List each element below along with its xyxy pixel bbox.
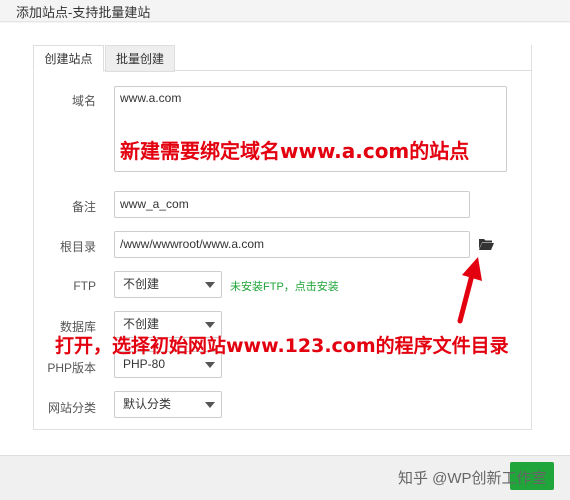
category-label: 网站分类	[47, 401, 96, 415]
ftp-select-value: 不创建	[123, 277, 160, 291]
chevron-down-icon	[205, 402, 215, 408]
dialog-titlebar: 添加站点-支持批量建站	[0, 0, 570, 22]
watermark: 知乎 @WP创新工作室	[398, 470, 547, 487]
php-version-value: PHP-80	[123, 357, 166, 371]
red-arrow-icon	[457, 257, 482, 324]
tab-create-site[interactable]: 创建站点	[33, 45, 104, 72]
php-version-label: PHP版本	[47, 361, 96, 375]
database-select-value: 不创建	[123, 317, 160, 331]
remark-label: 备注	[71, 200, 96, 214]
tab-batch-create[interactable]: 批量创建	[105, 45, 175, 72]
dialog-title: 添加站点-支持批量建站	[16, 5, 151, 20]
category-select-value: 默认分类	[123, 397, 172, 411]
chevron-down-icon	[205, 362, 215, 368]
domain-value: www.a.com	[120, 91, 182, 105]
tab-bar: 创建站点 批量创建	[33, 45, 532, 72]
root-dir-label: 根目录	[59, 240, 96, 254]
chevron-down-icon	[205, 282, 215, 288]
folder-open-icon[interactable]	[478, 237, 494, 251]
remark-input[interactable]: www_a_com	[114, 191, 470, 218]
root-dir-input[interactable]: /www/wwwroot/www.a.com	[114, 231, 470, 258]
ftp-install-link[interactable]: 未安装FTP，点击安装	[230, 278, 339, 294]
ftp-select[interactable]: 不创建	[114, 271, 222, 298]
chevron-down-icon	[205, 322, 215, 328]
annotation-root-dir-note: 打开，选择初始网站www.123.com的程序文件目录	[55, 335, 509, 357]
ftp-label: FTP	[73, 279, 96, 293]
annotation-domain-note: 新建需要绑定域名www.a.com的站点	[120, 139, 470, 163]
domain-label: 域名	[71, 94, 96, 108]
category-select[interactable]: 默认分类	[114, 391, 222, 418]
